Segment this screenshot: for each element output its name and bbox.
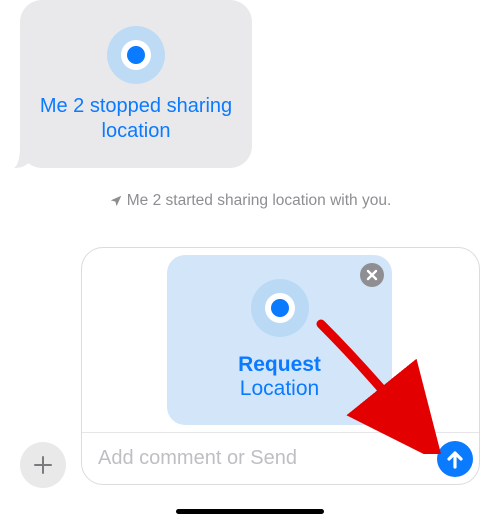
- request-location-card[interactable]: Request Location: [167, 255, 392, 425]
- bubble-text: Me 2 stopped sharing location: [20, 94, 252, 144]
- send-button[interactable]: [437, 441, 473, 477]
- plus-icon: [32, 454, 54, 476]
- comment-input[interactable]: [98, 447, 437, 470]
- close-icon: [366, 269, 378, 281]
- location-dot-icon: [251, 279, 309, 337]
- system-message-text: Me 2 started sharing location with you.: [127, 192, 392, 210]
- compose-card: Request Location: [81, 247, 480, 485]
- navigation-arrow-icon: [109, 194, 123, 208]
- add-button[interactable]: [20, 442, 66, 488]
- compose-input-row: [82, 432, 479, 484]
- request-card-subtitle: Location: [238, 377, 321, 401]
- home-indicator: [176, 509, 324, 514]
- system-message: Me 2 started sharing location with you.: [0, 192, 500, 210]
- chat-bubble[interactable]: Me 2 stopped sharing location: [20, 0, 252, 168]
- request-card-text: Request Location: [238, 353, 321, 401]
- location-dot-icon: [107, 26, 165, 84]
- request-card-title: Request: [238, 353, 321, 377]
- remove-attachment-button[interactable]: [360, 263, 384, 287]
- arrow-up-icon: [446, 449, 464, 469]
